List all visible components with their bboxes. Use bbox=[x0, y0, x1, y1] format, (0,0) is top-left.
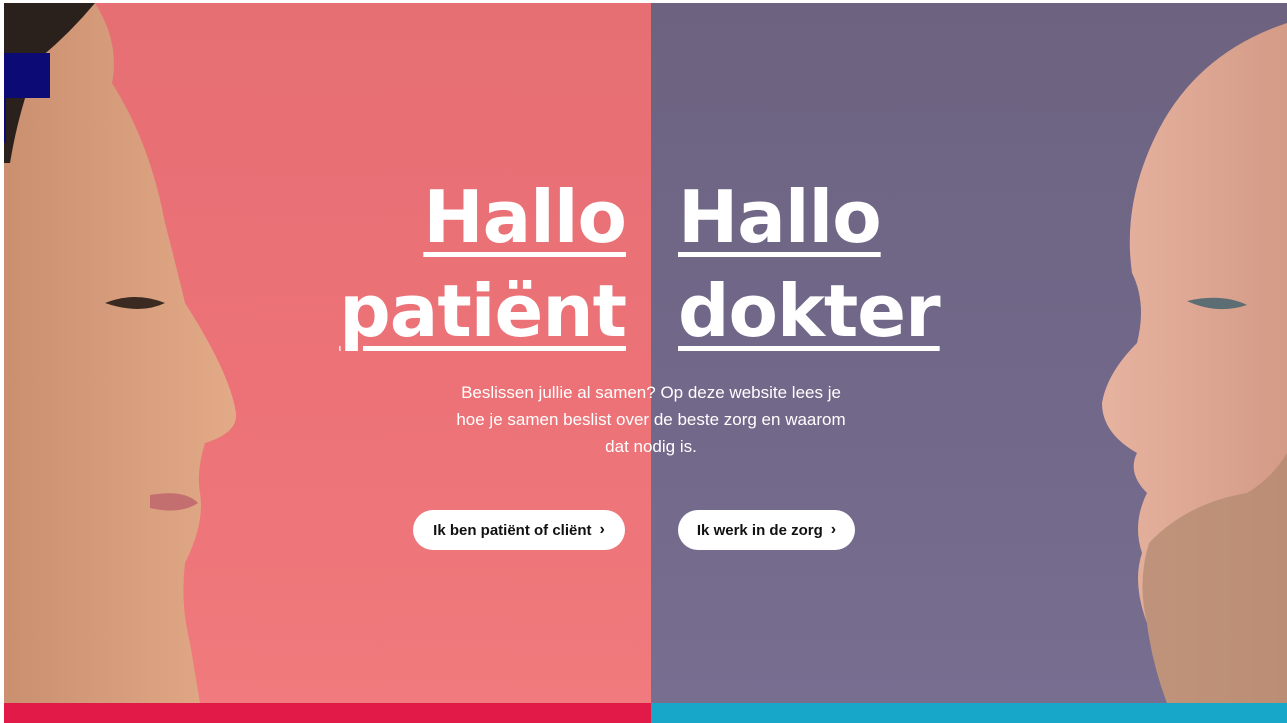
doctor-heading-line2[interactable]: dokter bbox=[678, 275, 941, 347]
patient-heading-line1[interactable]: Hallo bbox=[423, 181, 627, 253]
chevron-right-icon: › bbox=[830, 521, 837, 538]
doctor-color-bar bbox=[651, 703, 1287, 723]
chevron-right-icon: › bbox=[599, 521, 605, 538]
site-logo[interactable] bbox=[4, 53, 50, 98]
hero-section: Hallo patiënt Hallo dokter Beslissen jul… bbox=[4, 3, 1287, 723]
patient-button[interactable]: Ik ben patiënt of cliënt › bbox=[413, 510, 625, 550]
logo-accent bbox=[4, 98, 6, 143]
patient-portrait bbox=[4, 3, 237, 703]
doctor-portrait bbox=[1102, 23, 1287, 703]
intro-text: Beslissen jullie al samen? Op deze websi… bbox=[456, 383, 846, 456]
patient-button-label: Ik ben patiënt of cliënt bbox=[433, 521, 592, 539]
doctor-button-label: Ik werk in de zorg bbox=[696, 521, 823, 539]
patient-heading-line2[interactable]: patiënt bbox=[339, 275, 627, 347]
doctor-heading-line1[interactable]: Hallo bbox=[678, 181, 882, 253]
doctor-button[interactable]: Ik werk in de zorg › bbox=[678, 510, 855, 550]
patient-color-bar bbox=[4, 703, 651, 723]
